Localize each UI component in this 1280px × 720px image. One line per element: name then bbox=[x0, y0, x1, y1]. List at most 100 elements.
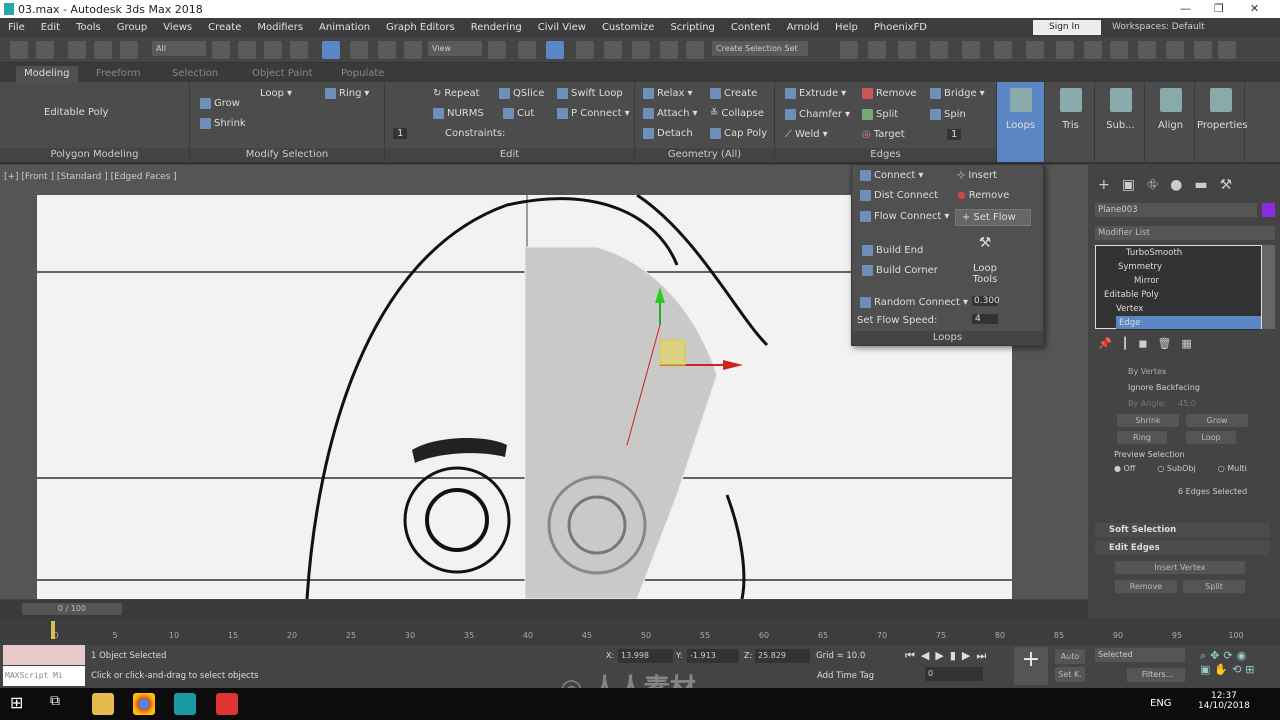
stack-item-turbosmooth[interactable]: TurboSmooth bbox=[1096, 246, 1261, 260]
shrink-button[interactable]: Shrink bbox=[200, 118, 246, 129]
edges-title[interactable]: Edges bbox=[775, 148, 996, 162]
language-indicator[interactable]: ENG bbox=[1150, 698, 1172, 709]
sign-in-dropdown[interactable]: Sign In bbox=[1033, 20, 1101, 35]
menu-tools[interactable]: Tools bbox=[68, 22, 109, 33]
weld-button[interactable]: ⟋ Weld ▾ bbox=[785, 129, 828, 140]
menu-scripting[interactable]: Scripting bbox=[662, 22, 722, 33]
ring-button[interactable]: Ring ▾ bbox=[325, 88, 369, 99]
menu-file[interactable]: File bbox=[0, 22, 33, 33]
set-flow-button[interactable]: + Set Flow bbox=[955, 209, 1031, 226]
minimize-button[interactable]: — bbox=[1180, 2, 1191, 15]
cut-button[interactable]: Cut bbox=[503, 108, 534, 119]
toolbar-button[interactable] bbox=[68, 41, 86, 59]
toolbar-button[interactable] bbox=[1218, 41, 1236, 59]
toolbar-button[interactable] bbox=[962, 41, 980, 59]
connect-button[interactable]: Connect ▾ bbox=[860, 170, 923, 181]
menu-animation[interactable]: Animation bbox=[311, 22, 378, 33]
toolbar-button[interactable] bbox=[1194, 41, 1212, 59]
stack-item-edge[interactable]: Edge bbox=[1116, 316, 1261, 330]
loops-button[interactable]: Loops bbox=[997, 82, 1045, 162]
toolbar-button[interactable] bbox=[994, 41, 1012, 59]
remove-loop-button[interactable]: ● Remove bbox=[957, 190, 1009, 201]
align-button[interactable]: Align bbox=[1147, 82, 1195, 162]
z-coordinate[interactable]: 25.829 bbox=[755, 649, 810, 663]
toolbar-button[interactable] bbox=[10, 41, 28, 59]
file-explorer-icon[interactable] bbox=[92, 693, 114, 715]
time-slider[interactable]: 0 / 100 bbox=[0, 600, 1088, 618]
menu-help[interactable]: Help bbox=[827, 22, 866, 33]
qslice-button[interactable]: QSlice bbox=[499, 88, 544, 99]
toolbar-button[interactable] bbox=[94, 41, 112, 59]
stack-item-editable-poly[interactable]: Editable Poly bbox=[1096, 288, 1261, 302]
spin-button[interactable]: Spin bbox=[930, 109, 966, 120]
tab-freeform[interactable]: Freeform bbox=[88, 66, 149, 82]
relax-button[interactable]: Relax ▾ bbox=[643, 88, 693, 99]
stack-scrollbar[interactable] bbox=[1262, 245, 1275, 329]
toolbar-button[interactable] bbox=[212, 41, 230, 59]
tris-button[interactable]: Tris bbox=[1047, 82, 1095, 162]
edit-title[interactable]: Edit bbox=[385, 148, 634, 162]
preview-option-subobj[interactable]: ○ SubObj bbox=[1157, 464, 1195, 473]
x-coordinate[interactable]: 13.998 bbox=[618, 649, 673, 663]
windows-start-icon[interactable]: ⊞ bbox=[10, 693, 32, 715]
menu-civil-view[interactable]: Civil View bbox=[530, 22, 594, 33]
menu-create[interactable]: Create bbox=[200, 22, 249, 33]
target-button[interactable]: ◎ Target bbox=[862, 129, 905, 140]
toolbar-button[interactable] bbox=[518, 41, 536, 59]
repeat-button[interactable]: ↻ Repeat bbox=[433, 88, 480, 99]
toolbar-button[interactable] bbox=[238, 41, 256, 59]
stack-item-mirror[interactable]: Mirror bbox=[1096, 274, 1261, 288]
command-panel-tabs[interactable]: +▣⛗●▬⚒ bbox=[1098, 177, 1244, 193]
toolbar-button[interactable] bbox=[264, 41, 282, 59]
add-time-tag[interactable]: Add Time Tag bbox=[817, 671, 874, 681]
menu-content[interactable]: Content bbox=[723, 22, 779, 33]
toolbar-button[interactable] bbox=[120, 41, 138, 59]
grow-button[interactable]: Grow bbox=[200, 98, 240, 109]
geometry-title[interactable]: Geometry (All) bbox=[635, 148, 774, 162]
object-name-field[interactable]: Plane003 bbox=[1095, 203, 1257, 217]
toolbar-button[interactable] bbox=[632, 41, 650, 59]
menu-arnold[interactable]: Arnold bbox=[779, 22, 827, 33]
loop-button[interactable]: Loop bbox=[1186, 431, 1236, 444]
menu-phoenixfd[interactable]: PhoenixFD bbox=[866, 22, 935, 33]
random-connect-spinner[interactable]: 0.300 bbox=[972, 296, 1000, 306]
modify-selection-title[interactable]: Modify Selection bbox=[190, 148, 384, 162]
time-marker[interactable] bbox=[51, 621, 55, 639]
split-button[interactable]: Split bbox=[862, 109, 898, 120]
split-edge-button[interactable]: Split bbox=[1183, 580, 1245, 593]
toolbar-button[interactable] bbox=[840, 41, 858, 59]
build-corner-button[interactable]: Build Corner bbox=[862, 265, 938, 276]
bridge-button[interactable]: Bridge ▾ bbox=[930, 88, 985, 99]
toolbar-button[interactable] bbox=[546, 41, 564, 59]
playback-controls[interactable]: ⏮◀▶▮▶⏭ bbox=[905, 649, 992, 663]
menu-group[interactable]: Group bbox=[109, 22, 155, 33]
object-color-swatch[interactable] bbox=[1262, 203, 1275, 217]
stack-item-vertex[interactable]: Vertex bbox=[1096, 302, 1261, 316]
auto-key-button[interactable]: Auto bbox=[1055, 649, 1085, 664]
modifier-list-dropdown[interactable]: Modifier List bbox=[1095, 226, 1275, 240]
maxscript-listener[interactable] bbox=[3, 645, 85, 665]
remove-button[interactable]: Remove bbox=[862, 88, 917, 99]
by-angle-value[interactable]: 45.0 bbox=[1178, 399, 1196, 408]
toolbar-button[interactable] bbox=[322, 41, 340, 59]
menu-graph-editors[interactable]: Graph Editors bbox=[378, 22, 463, 33]
menu-modifiers[interactable]: Modifiers bbox=[249, 22, 311, 33]
menu-views[interactable]: Views bbox=[155, 22, 200, 33]
edit-edges-rollout[interactable]: Edit Edges bbox=[1095, 541, 1270, 555]
extrude-button[interactable]: Extrude ▾ bbox=[785, 88, 846, 99]
menu-rendering[interactable]: Rendering bbox=[463, 22, 530, 33]
toolbar-button[interactable] bbox=[576, 41, 594, 59]
create-button[interactable]: Create bbox=[710, 88, 757, 99]
toolbar-button[interactable] bbox=[1056, 41, 1074, 59]
nurms-button[interactable]: NURMS bbox=[433, 108, 484, 119]
cap-poly-button[interactable]: Cap Poly bbox=[710, 128, 767, 139]
viewport-label[interactable]: [+] [Front ] [Standard ] [Edged Faces ] bbox=[4, 172, 177, 182]
ring-button[interactable]: Ring bbox=[1117, 431, 1167, 444]
viewport-navigation-controls[interactable]: ⌕✥⟳◉ ▣✋⟲⊞ bbox=[1200, 649, 1259, 676]
toolbar-button[interactable] bbox=[898, 41, 916, 59]
menu-customize[interactable]: Customize bbox=[594, 22, 663, 33]
edit-spinner[interactable]: 1 bbox=[393, 128, 408, 139]
set-key-button[interactable]: Set K. bbox=[1055, 667, 1085, 682]
tab-object-paint[interactable]: Object Paint bbox=[244, 66, 321, 82]
remove-edge-button[interactable]: Remove bbox=[1115, 580, 1177, 593]
